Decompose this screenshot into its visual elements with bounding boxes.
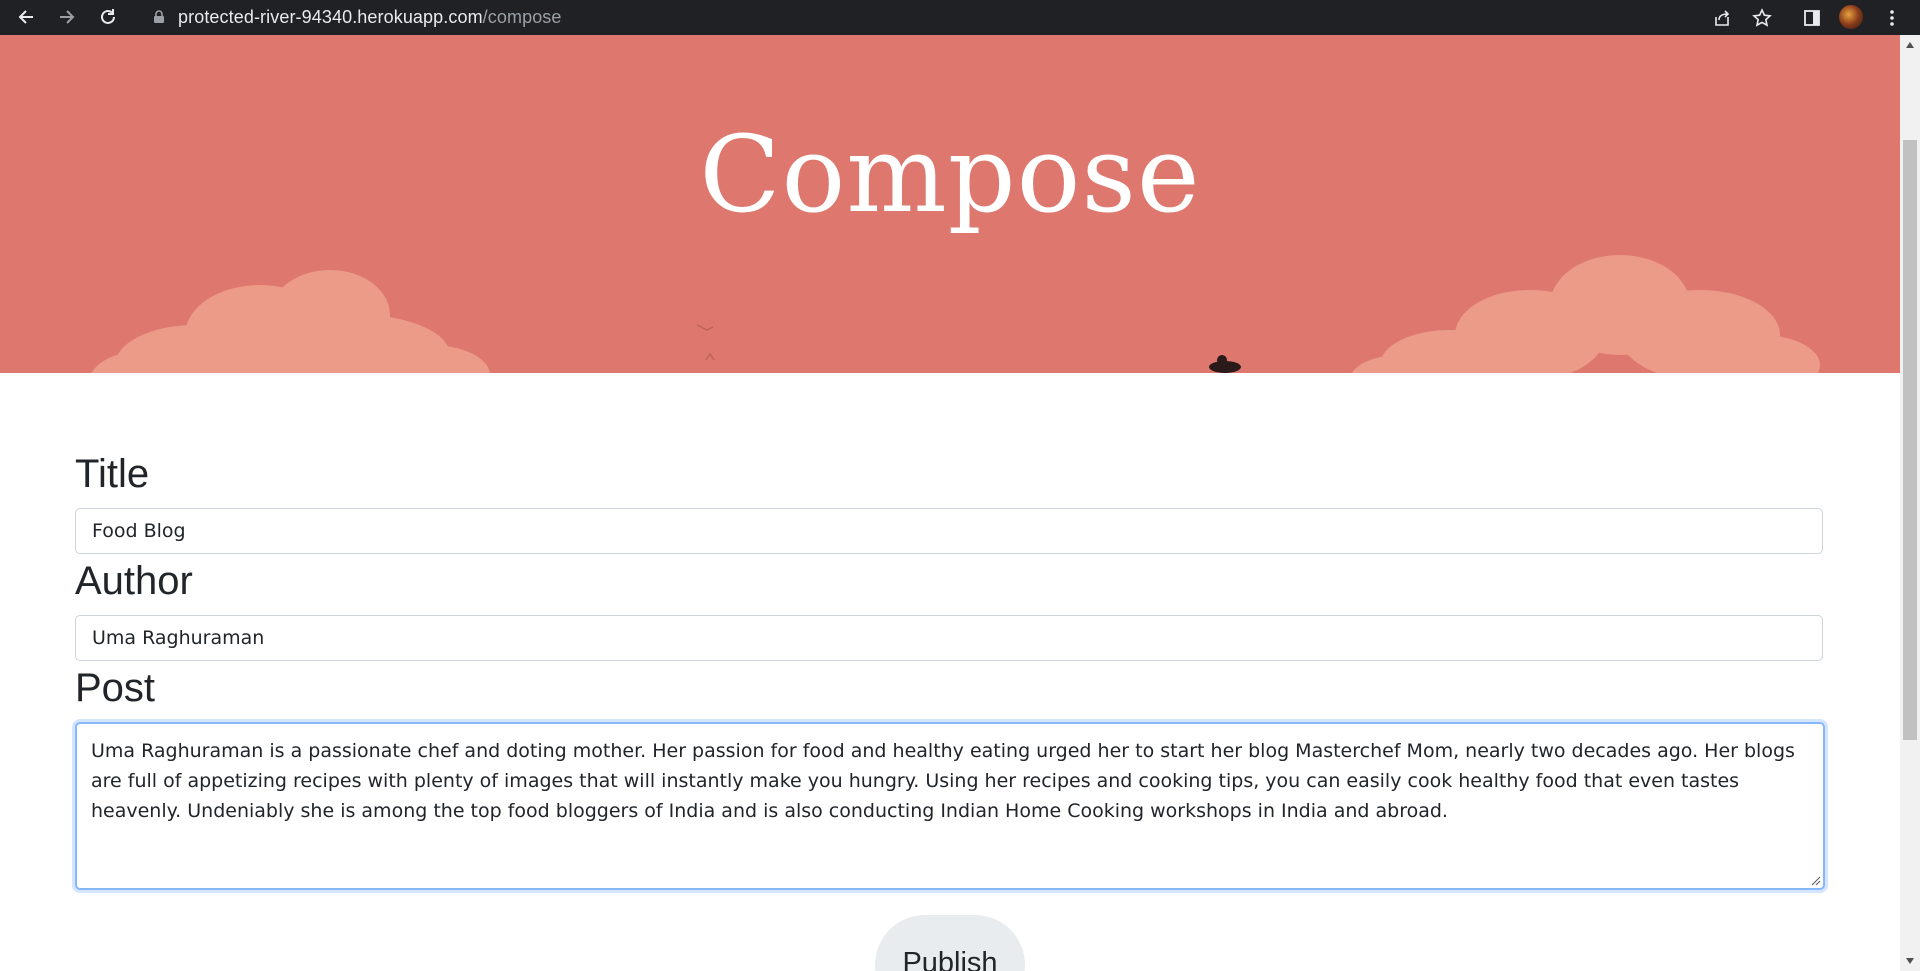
scroll-down-icon[interactable] [1900,953,1920,969]
kebab-menu-icon[interactable] [1878,4,1906,32]
side-panel-icon[interactable] [1798,4,1826,32]
post-textarea[interactable]: Uma Raghuraman is a passionate chef and … [75,722,1825,890]
address-bar[interactable]: protected-river-94340.herokuapp.com/comp… [136,2,1811,32]
url-host: protected-river-94340.herokuapp.com [178,6,483,27]
title-label: Title [75,452,150,496]
page-scrollbar[interactable] [1900,35,1920,971]
reload-icon[interactable] [92,2,124,32]
publish-button[interactable]: Publish [875,915,1025,971]
post-label: Post [75,666,156,710]
url-text: protected-river-94340.herokuapp.com/comp… [178,7,562,28]
star-icon[interactable] [1748,4,1776,32]
author-input[interactable]: Uma Raghuraman [75,615,1823,661]
resize-grip-icon[interactable] [1809,874,1821,886]
share-icon[interactable] [1708,4,1736,32]
scroll-up-icon[interactable] [1900,37,1920,53]
hero-banner: Compose [0,35,1900,373]
forward-arrow-icon[interactable] [51,2,83,32]
title-input[interactable]: Food Blog [75,508,1823,554]
browser-toolbar: protected-river-94340.herokuapp.com/comp… [0,0,1920,35]
page-viewport: Compose Title Food Blog Author Uma Raghu… [0,35,1900,971]
post-text: Uma Raghuraman is a passionate chef and … [91,740,1795,822]
url-path: /compose [482,6,562,27]
scrollbar-thumb[interactable] [1903,140,1917,740]
page-title: Compose [699,113,1201,236]
back-arrow-icon[interactable] [10,2,42,32]
author-label: Author [75,559,193,603]
profile-avatar[interactable] [1839,5,1863,29]
lock-icon[interactable] [152,10,166,24]
